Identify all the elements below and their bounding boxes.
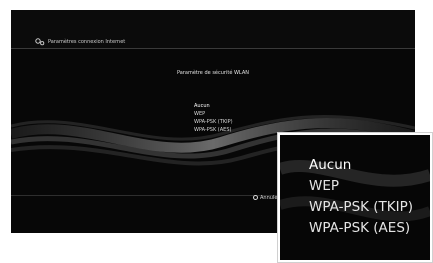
zoom-option-wpa-psk-tkip[interactable]: WPA-PSK (TKIP) [309,197,413,218]
cancel-button[interactable]: Annuler [253,195,279,201]
settings-gear-icon [35,38,45,46]
option-wpa-psk-aes[interactable]: WPA-PSK (AES) [194,126,233,134]
option-wpa-psk-tkip[interactable]: WPA-PSK (TKIP) [194,118,233,126]
window-title: Paramètres connexion Internet [48,39,126,45]
security-options-list: Aucun WEP WPA-PSK (TKIP) WPA-PSK (AES) [194,102,233,134]
circle-button-icon [253,195,258,200]
zoom-options-list: Aucun WEP WPA-PSK (TKIP) WPA-PSK (AES) [309,155,413,239]
cancel-label: Annuler [260,195,280,201]
option-aucun[interactable]: Aucun [194,102,233,110]
zoom-option-wpa-psk-aes[interactable]: WPA-PSK (AES) [309,218,413,239]
zoom-inset: Aucun WEP WPA-PSK (TKIP) WPA-PSK (AES) [278,133,432,262]
zoom-option-aucun[interactable]: Aucun [309,155,413,176]
zoom-option-wep[interactable]: WEP [309,176,413,197]
dialog-title: Paramètre de sécurité WLAN [176,70,249,76]
option-wep[interactable]: WEP [194,110,233,118]
